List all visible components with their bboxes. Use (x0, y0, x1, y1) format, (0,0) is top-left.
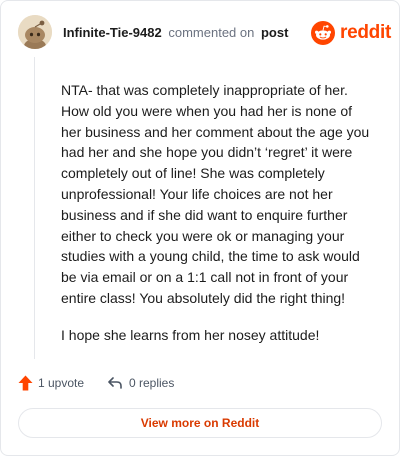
comment-paragraph: NTA- that was completely inappropriate o… (61, 82, 370, 306)
snoo-avatar-icon (18, 15, 52, 49)
comment-action-text: commented on (168, 25, 255, 40)
avatar[interactable] (18, 15, 52, 49)
thread-line (34, 57, 35, 359)
comment-header: Infinite-Tie-9482 commented on post redd… (1, 1, 399, 65)
upvote-count: 1 upvote (38, 376, 85, 390)
post-link[interactable]: post (261, 25, 288, 40)
comment-byline: Infinite-Tie-9482 commented on post (63, 25, 288, 41)
reddit-snoo-logo-icon (311, 21, 335, 45)
upvote-arrow-icon (18, 375, 33, 391)
comment-paragraph: I hope she learns from her nosey attitud… (61, 326, 320, 343)
reddit-wordmark: reddit (340, 22, 391, 43)
reply-count: 0 replies (129, 376, 175, 390)
comment-embed-card: Infinite-Tie-9482 commented on post redd… (0, 0, 400, 456)
comment-footer: 1 upvote 0 replies (18, 373, 378, 393)
comment-author[interactable]: Infinite-Tie-9482 (63, 25, 162, 40)
reply-arrow-icon (108, 377, 122, 389)
comment-body: NTA- that was completely inappropriate o… (61, 80, 375, 362)
view-more-on-reddit-button[interactable]: View more on Reddit (18, 408, 382, 438)
